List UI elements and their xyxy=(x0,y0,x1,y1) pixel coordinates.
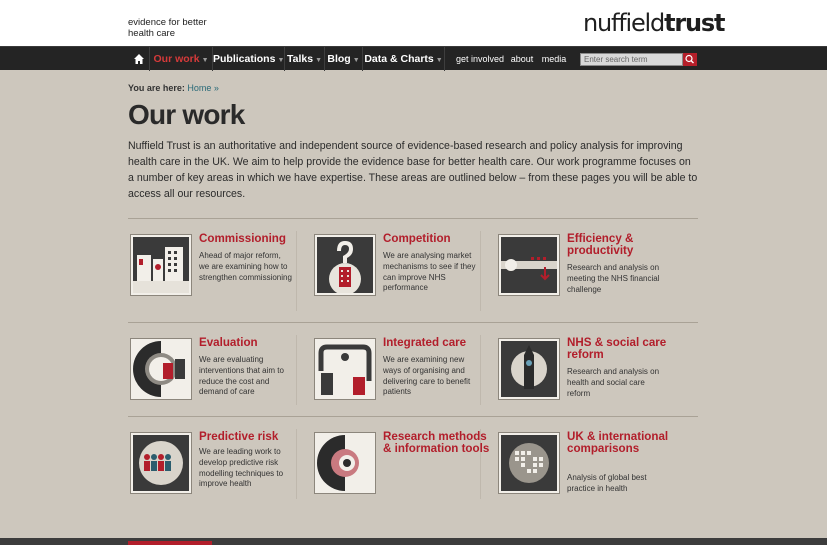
search-button[interactable] xyxy=(683,53,697,66)
nav-publications-label: Publications xyxy=(213,53,276,65)
card-description: We are evaluating interventions that aim… xyxy=(199,355,284,397)
footer-accent xyxy=(128,541,212,545)
card-nhs-social-care-reform[interactable]: NHS & social care reform Research and an… xyxy=(499,337,669,429)
divider xyxy=(128,218,698,219)
nav-get-involved[interactable]: get involved xyxy=(454,47,506,71)
nav-talks[interactable]: Talks ▼ xyxy=(285,47,325,71)
globe-icon[interactable] xyxy=(499,433,559,493)
page-title: Our work xyxy=(128,99,245,130)
card-title[interactable]: Efficiency & productivity xyxy=(567,233,677,257)
magnifier-icon[interactable] xyxy=(131,339,191,399)
card-title[interactable]: Commissioning xyxy=(199,233,309,245)
big-ben-icon[interactable] xyxy=(499,339,559,399)
card-description: Research and analysis on health and soci… xyxy=(567,367,660,398)
card-integrated-care[interactable]: Integrated care We are examining new way… xyxy=(315,337,485,429)
card-uk-international[interactable]: UK & international comparisons Analysis … xyxy=(499,431,669,523)
breadcrumb-prefix: You are here: xyxy=(128,83,185,93)
nav-our-work-label: Our work xyxy=(153,53,200,65)
chevron-down-icon: ▼ xyxy=(201,57,209,64)
nav-blog[interactable]: Blog ▼ xyxy=(325,47,363,71)
card-title[interactable]: UK & international comparisons xyxy=(567,431,677,455)
chevron-down-icon: ▼ xyxy=(352,57,360,64)
main-nav: Our work ▼ Publications ▼ Talks ▼ Blog ▼ Dat… xyxy=(0,46,827,71)
search-input[interactable]: Enter search term xyxy=(580,53,683,66)
search-icon xyxy=(685,54,694,64)
card-title[interactable]: Research methods & information tools xyxy=(383,431,493,455)
card-title[interactable]: NHS & social care reform xyxy=(567,337,677,361)
nav-data-charts[interactable]: Data & Charts ▼ xyxy=(363,47,445,71)
card-evaluation[interactable]: Evaluation We are evaluating interventio… xyxy=(131,337,301,429)
nav-talks-label: Talks xyxy=(286,53,314,65)
buildings-icon[interactable] xyxy=(131,235,191,295)
chevron-down-icon: ▼ xyxy=(277,57,285,64)
card-title[interactable]: Integrated care xyxy=(383,337,493,349)
card-description: Ahead of major reform, we are examining … xyxy=(199,251,292,282)
card-commissioning[interactable]: Commissioning Ahead of major reform, we … xyxy=(131,233,301,325)
nav-media[interactable]: media xyxy=(539,47,569,71)
home-icon xyxy=(133,54,144,64)
question-icon[interactable] xyxy=(315,235,375,295)
site-header: evidence for better health care nuffield… xyxy=(0,0,827,46)
efficiency-icon[interactable] xyxy=(499,235,559,295)
chevron-down-icon: ▼ xyxy=(435,57,443,64)
card-title[interactable]: Predictive risk xyxy=(199,431,309,443)
people-icon[interactable] xyxy=(131,433,191,493)
card-description: We are analysing market mechanisms to se… xyxy=(383,251,476,293)
integrated-icon[interactable] xyxy=(315,339,375,399)
card-description: Analysis of global best practice in heal… xyxy=(567,473,647,493)
logo-text-nuffield: nuffield xyxy=(583,9,665,37)
card-title[interactable]: Competition xyxy=(383,233,493,245)
intro-paragraph: Nuffield Trust is an authoritative and i… xyxy=(128,140,698,200)
nav-about[interactable]: about xyxy=(508,47,536,71)
nav-data-charts-label: Data & Charts xyxy=(364,53,434,65)
card-research-methods[interactable]: Research methods & information tools xyxy=(315,431,489,523)
nav-our-work[interactable]: Our work ▼ xyxy=(150,47,213,71)
card-competition[interactable]: Competition We are analysing market mech… xyxy=(315,233,485,325)
card-title[interactable]: Evaluation xyxy=(199,337,309,349)
nav-blog-label: Blog xyxy=(327,53,351,65)
card-efficiency-productivity[interactable]: Efficiency & productivity Research and a… xyxy=(499,233,669,325)
breadcrumb-home-link[interactable]: Home » xyxy=(187,83,219,93)
nav-publications[interactable]: Publications ▼ xyxy=(213,47,285,71)
logo-text-trust: trust xyxy=(664,9,725,37)
chevron-down-icon: ▼ xyxy=(315,57,322,64)
research-icon[interactable] xyxy=(315,433,375,493)
card-predictive-risk[interactable]: Predictive risk We are leading work to d… xyxy=(131,431,301,523)
card-description: We are leading work to develop predictiv… xyxy=(199,447,284,489)
nav-home[interactable] xyxy=(128,47,150,71)
site-tagline: evidence for better health care xyxy=(128,17,207,39)
card-description: Research and analysis on meeting the NHS… xyxy=(567,263,660,294)
nuffield-trust-logo[interactable]: nuffieldtrust xyxy=(583,9,725,37)
card-description: We are examining new ways of organising … xyxy=(383,355,471,397)
breadcrumb: You are here: Home » xyxy=(128,83,219,93)
footer xyxy=(0,538,827,545)
